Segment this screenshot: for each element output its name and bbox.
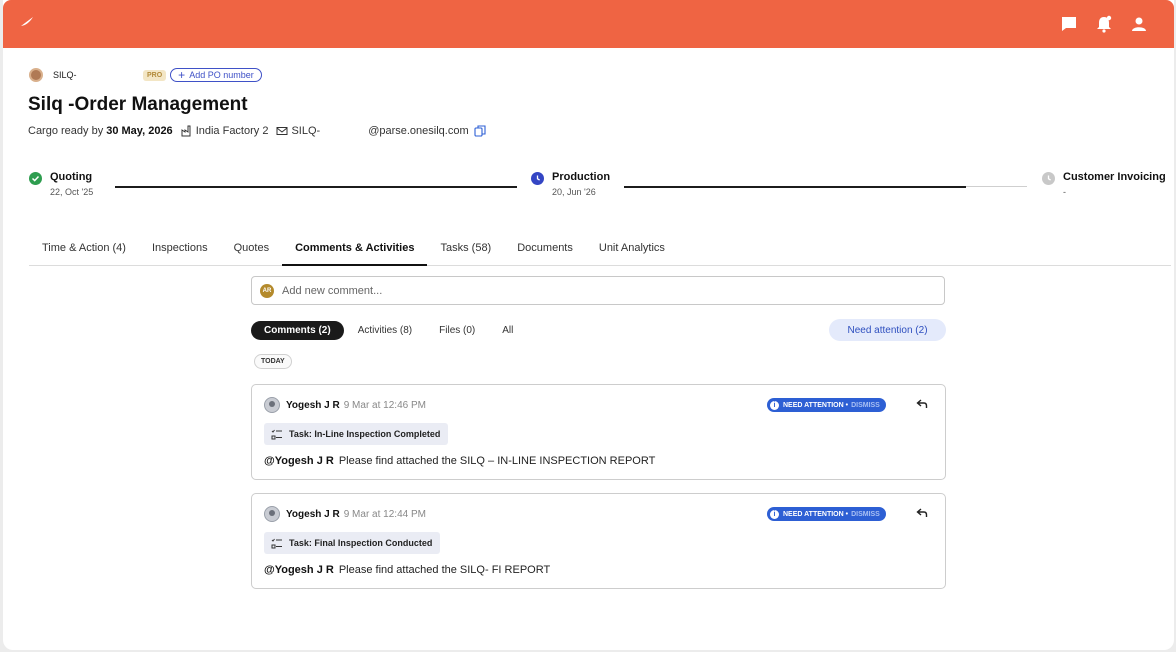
order-code: SILQ- — [53, 70, 77, 80]
avatar — [264, 506, 280, 522]
stage-quoting[interactable]: Quoting 22, Oct '25 — [29, 168, 93, 197]
email-local-part: SILQ- — [291, 125, 321, 137]
email-domain: @parse.onesilq.com — [368, 125, 469, 137]
stage-date: - — [1063, 187, 1066, 197]
notification-bell-icon[interactable] — [1094, 14, 1114, 34]
reply-icon[interactable] — [916, 398, 928, 410]
stage-date: 20, Jun '26 — [552, 187, 596, 197]
progress-line-partial — [624, 186, 966, 188]
top-bar — [3, 0, 1174, 48]
comment-placeholder: Add new comment... — [282, 284, 383, 297]
check-icon — [29, 172, 42, 185]
order-avatar — [29, 68, 43, 82]
factory-name: India Factory 2 — [195, 125, 269, 137]
task-chip[interactable]: Task: Final Inspection Conducted — [264, 532, 441, 554]
stage-name: Quoting — [50, 171, 93, 183]
need-attention-badge: i NEED ATTENTION • DISMISS — [767, 398, 886, 412]
comment-body: @Yogesh J R Please find attached the SILQ… — [264, 455, 655, 467]
task-list-icon — [271, 429, 282, 439]
stage-date: 22, Oct '25 — [50, 187, 94, 197]
order-code-row: SILQ- PRO + Add PO number — [29, 67, 262, 83]
filter-comments[interactable]: Comments (2) — [251, 320, 344, 340]
tab-unit-analytics[interactable]: Unit Analytics — [586, 232, 678, 266]
comment-text: Please find attached the SILQ – IN-LINE … — [338, 455, 656, 467]
cargo-ready-date: 30 May, 2026 — [106, 125, 173, 137]
need-attention-label: NEED ATTENTION • — [783, 401, 849, 409]
mention[interactable]: @Yogesh J R — [264, 564, 334, 576]
comment-author: Yogesh J R — [286, 508, 340, 520]
user-avatar: AR — [260, 283, 274, 298]
comment-header: Yogesh J R 9 Mar at 12:44 PM — [264, 506, 426, 522]
chat-icon[interactable] — [1059, 14, 1079, 34]
add-comment-input[interactable]: AR Add new comment... — [251, 276, 945, 305]
clock-icon — [531, 172, 544, 185]
add-po-label: Add PO number — [189, 70, 254, 80]
tab-documents[interactable]: Documents — [504, 232, 586, 266]
comment-author: Yogesh J R — [286, 399, 340, 411]
avatar — [264, 397, 280, 413]
page-title: Silq -Order Management — [28, 94, 248, 115]
stage-name: Customer Invoicing — [1063, 171, 1166, 183]
stage-name: Production — [552, 171, 611, 183]
comment-time: 9 Mar at 12:46 PM — [343, 399, 426, 411]
tab-comments-activities[interactable]: Comments & Activities — [282, 232, 428, 266]
task-label: Task: In-Line Inspection Completed — [289, 429, 441, 439]
info-icon: i — [770, 509, 779, 519]
add-po-number-button[interactable]: + Add PO number — [170, 68, 262, 82]
dismiss-button[interactable]: DISMISS — [851, 402, 880, 409]
date-divider: TODAY — [254, 354, 292, 369]
task-label: Task: Final Inspection Conducted — [289, 538, 433, 548]
copy-icon[interactable] — [474, 125, 486, 137]
comment-text: Please find attached the SILQ- FI REPORT — [338, 564, 551, 576]
tab-time-and-action[interactable]: Time & Action (4) — [29, 232, 139, 266]
filter-all[interactable]: All — [489, 321, 526, 340]
comment-card: Yogesh J R 9 Mar at 12:46 PM i NEED ATTE… — [251, 384, 946, 480]
order-progress-tracker: Quoting 22, Oct '25 Production 20, Jun '… — [3, 168, 1174, 208]
user-icon[interactable] — [1129, 14, 1149, 34]
progress-line-complete — [115, 186, 517, 188]
comment-time: 9 Mar at 12:44 PM — [343, 508, 426, 520]
pro-badge: PRO — [143, 69, 167, 81]
dismiss-button[interactable]: DISMISS — [851, 511, 880, 518]
tab-tasks[interactable]: Tasks (58) — [427, 232, 504, 266]
tab-inspections[interactable]: Inspections — [139, 232, 221, 266]
stage-production[interactable]: Production 20, Jun '26 — [531, 168, 610, 197]
comment-body: @Yogesh J R Please find attached the SILQ… — [264, 564, 550, 576]
order-meta: Cargo ready by 30 May, 2026 India Factor… — [28, 125, 489, 137]
task-list-icon — [271, 538, 282, 548]
factory-icon — [181, 125, 191, 137]
filter-activities[interactable]: Activities (8) — [345, 321, 425, 340]
feather-logo-icon[interactable] — [16, 16, 34, 30]
need-attention-label: NEED ATTENTION • — [783, 510, 849, 518]
plus-icon: + — [178, 68, 186, 82]
mention[interactable]: @Yogesh J R — [264, 455, 334, 467]
task-chip[interactable]: Task: In-Line Inspection Completed — [264, 423, 449, 445]
cargo-ready-label: Cargo ready by — [28, 125, 104, 137]
mail-icon — [276, 127, 288, 135]
need-attention-badge: i NEED ATTENTION • DISMISS — [767, 507, 886, 521]
tab-quotes[interactable]: Quotes — [221, 232, 282, 266]
reply-icon[interactable] — [916, 507, 928, 519]
pending-clock-icon — [1042, 172, 1055, 185]
comment-filters: Comments (2) Activities (8) Files (0) Al… — [251, 319, 527, 341]
stage-customer-invoicing[interactable]: Customer Invoicing - — [1042, 168, 1166, 197]
order-tabs: Time & Action (4) Inspections Quotes Com… — [29, 232, 1171, 266]
info-icon: i — [770, 400, 779, 410]
app-frame: SILQ- PRO + Add PO number Silq -Order Ma… — [3, 0, 1174, 650]
comment-header: Yogesh J R 9 Mar at 12:46 PM — [264, 397, 426, 413]
filter-files[interactable]: Files (0) — [426, 321, 488, 340]
need-attention-filter[interactable]: Need attention (2) — [829, 319, 946, 341]
comment-card: Yogesh J R 9 Mar at 12:44 PM i NEED ATTE… — [251, 493, 946, 589]
